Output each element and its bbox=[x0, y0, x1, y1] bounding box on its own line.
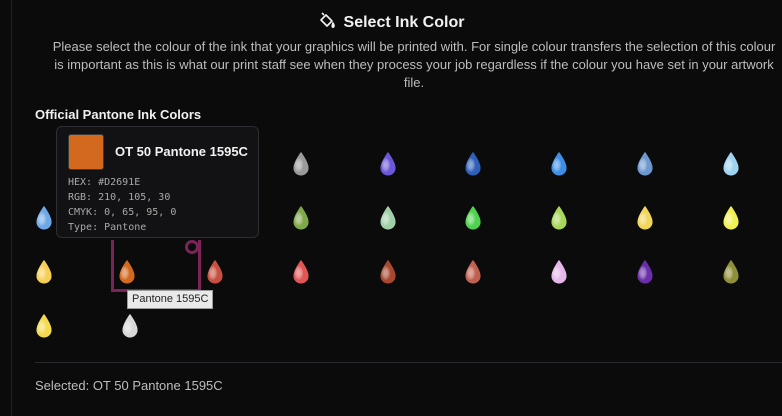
ink-drop-icon bbox=[723, 152, 739, 176]
ink-drop-icon bbox=[36, 260, 52, 284]
divider bbox=[35, 362, 782, 363]
tooltip-details: HEX: #D2691E RGB: 210, 105, 30 CMYK: 0, … bbox=[68, 175, 176, 235]
ink-drop-icon bbox=[551, 206, 567, 230]
ink-drop-swatch[interactable] bbox=[722, 259, 740, 285]
ink-drop-icon bbox=[551, 152, 567, 176]
ink-drop-icon bbox=[465, 206, 481, 230]
ink-drop-swatch[interactable] bbox=[292, 259, 310, 285]
tooltip-cmyk: CMYK: 0, 65, 95, 0 bbox=[68, 207, 177, 218]
ink-drop-icon bbox=[637, 206, 653, 230]
ink-drop-icon bbox=[36, 206, 52, 230]
ink-drop-icon bbox=[380, 206, 396, 230]
ink-drop-swatch[interactable] bbox=[35, 313, 53, 339]
hover-highlight-tab bbox=[185, 240, 199, 254]
color-swatch bbox=[68, 134, 104, 170]
ink-drop-icon bbox=[723, 206, 739, 230]
ink-drop-icon bbox=[207, 260, 223, 284]
ink-drop-swatch[interactable] bbox=[550, 151, 568, 177]
ink-drop-swatch[interactable] bbox=[292, 205, 310, 231]
color-info-tooltip: OT 50 Pantone 1595C HEX: #D2691E RGB: 21… bbox=[56, 126, 259, 238]
selected-color-text: Selected: OT 50 Pantone 1595C bbox=[35, 378, 223, 393]
tooltip-color-name: OT 50 Pantone 1595C bbox=[115, 144, 248, 159]
ink-drop-swatch[interactable] bbox=[379, 259, 397, 285]
ink-drop-icon bbox=[122, 314, 138, 338]
ink-drop-icon bbox=[465, 152, 481, 176]
ink-drop-icon bbox=[723, 260, 739, 284]
ink-drop-swatch[interactable] bbox=[464, 205, 482, 231]
ink-drop-swatch[interactable] bbox=[722, 205, 740, 231]
ink-drop-swatch[interactable] bbox=[35, 205, 53, 231]
ink-drop-swatch[interactable] bbox=[379, 205, 397, 231]
ink-drop-swatch[interactable] bbox=[464, 151, 482, 177]
ink-drop-swatch[interactable] bbox=[379, 151, 397, 177]
ink-drop-swatch[interactable] bbox=[292, 151, 310, 177]
ink-drop-icon bbox=[293, 260, 309, 284]
ink-drop-swatch[interactable] bbox=[206, 259, 224, 285]
ink-drop-swatch[interactable] bbox=[550, 259, 568, 285]
ink-drop-icon bbox=[36, 314, 52, 338]
ink-drop-swatch[interactable] bbox=[35, 259, 53, 285]
ink-drop-swatch[interactable] bbox=[636, 205, 654, 231]
ink-drop-swatch[interactable] bbox=[636, 151, 654, 177]
hover-label-tooltip: Pantone 1595C bbox=[127, 290, 214, 309]
tooltip-rgb: RGB: 210, 105, 30 bbox=[68, 192, 171, 203]
ink-drop-icon bbox=[293, 206, 309, 230]
ink-drop-icon bbox=[551, 260, 567, 284]
ink-drop-swatch[interactable] bbox=[636, 259, 654, 285]
ink-drop-swatch[interactable] bbox=[550, 205, 568, 231]
tooltip-hex: HEX: #D2691E bbox=[68, 177, 141, 188]
ink-drop-icon bbox=[637, 260, 653, 284]
ink-drop-swatch[interactable] bbox=[464, 259, 482, 285]
ink-drop-icon bbox=[465, 260, 481, 284]
ink-drop-icon bbox=[380, 260, 396, 284]
ink-drop-icon bbox=[380, 152, 396, 176]
ink-drop-swatch[interactable] bbox=[722, 151, 740, 177]
ink-drop-icon bbox=[637, 152, 653, 176]
tooltip-type: Type: Pantone bbox=[68, 222, 147, 233]
ink-drop-swatch[interactable] bbox=[121, 313, 139, 339]
ink-drop-icon bbox=[293, 152, 309, 176]
